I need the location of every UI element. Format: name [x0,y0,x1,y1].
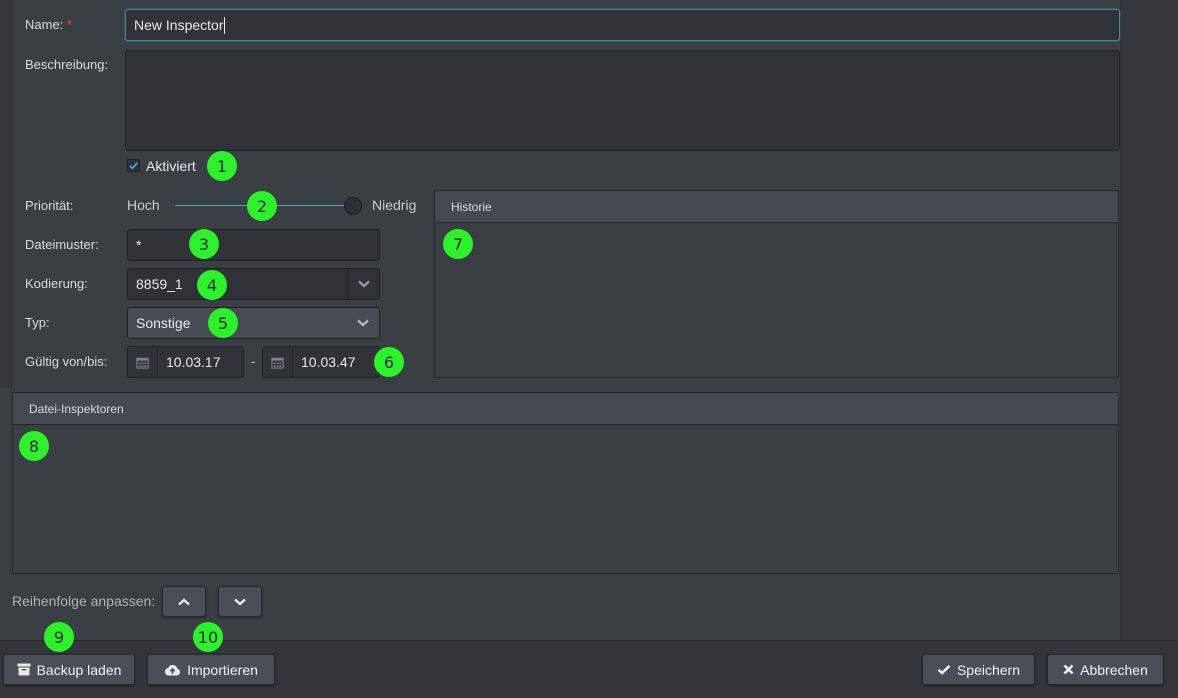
archive-icon [17,663,31,676]
check-icon [937,664,951,675]
backup-load-button[interactable]: Backup laden [3,654,135,685]
inspectors-panel: Datei-Inspektoren [12,392,1119,574]
chevron-down-icon [347,308,379,338]
annotation-badge-6: 6 [374,347,404,377]
cloud-upload-icon [164,664,181,675]
move-down-button[interactable] [218,586,262,617]
left-edge [0,0,12,388]
right-edge [1120,0,1178,640]
priority-high-label: Hoch [127,197,160,213]
move-up-button[interactable] [162,586,206,617]
type-select[interactable]: Sonstige [127,307,380,339]
annotation-badge-10: 10 [193,622,223,652]
annotation-badge-8: 8 [19,431,49,461]
description-textarea[interactable] [125,50,1120,151]
annotation-badge-3: 3 [189,229,219,259]
calendar-icon[interactable] [263,347,293,377]
history-panel: Historie [434,190,1119,378]
encoding-label: Kodierung: [25,276,88,291]
calendar-icon[interactable] [128,347,158,377]
valid-from-input[interactable]: 10.03.17 [127,346,244,378]
active-checkbox[interactable] [127,159,140,172]
annotation-badge-2: 2 [247,191,277,221]
save-button[interactable]: Speichern [922,654,1035,685]
valid-separator: - [251,354,256,369]
annotation-badge-9: 9 [44,622,74,652]
active-label: Aktiviert [146,158,196,174]
name-label: Name: * [25,17,72,32]
description-label: Beschreibung: [25,57,109,72]
cancel-button[interactable]: Abbrechen [1047,654,1164,685]
annotation-badge-1: 1 [207,151,237,181]
valid-to-input[interactable]: 10.03.47 [262,346,380,378]
inspectors-panel-title: Datei-Inspektoren [13,393,1118,425]
history-panel-title: Historie [435,191,1118,223]
encoding-select[interactable]: 8859_1 [127,268,380,300]
chevron-down-icon [234,598,246,606]
priority-slider-handle[interactable] [344,197,362,215]
chevron-down-icon [347,269,379,299]
annotation-badge-4: 4 [197,270,227,300]
annotation-badge-5: 5 [208,308,238,338]
order-label: Reihenfolge anpassen: [12,593,156,609]
annotation-badge-7: 7 [443,229,473,259]
close-icon [1063,664,1074,675]
pattern-label: Dateimuster: [25,237,99,252]
chevron-up-icon [178,597,190,605]
import-button[interactable]: Importieren [147,654,275,685]
pattern-input[interactable]: * [127,229,380,261]
name-input[interactable]: New Inspector [125,9,1120,41]
check-icon [129,162,138,170]
priority-label: Priorität: [25,198,74,213]
type-label: Typ: [25,315,50,330]
priority-low-label: Niedrig [372,197,417,213]
valid-label: Gültig von/bis: [25,354,108,369]
